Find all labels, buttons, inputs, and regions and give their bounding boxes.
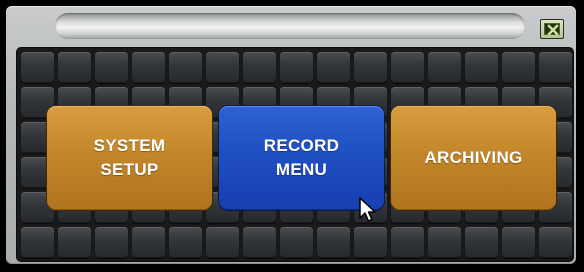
grid-tile xyxy=(21,52,54,83)
grid-tile xyxy=(21,227,54,258)
archiving-label: ARCHIVING xyxy=(424,148,523,167)
grid-tile xyxy=(206,227,239,258)
grid-tile xyxy=(391,227,424,258)
archiving-button[interactable]: ARCHIVING xyxy=(391,106,556,210)
screen-frame: SYSTEM SETUP RECORD MENU ARCHIVING xyxy=(0,0,584,272)
mouse-cursor-icon xyxy=(359,197,376,222)
grid-tile xyxy=(243,52,276,83)
close-x-glyph xyxy=(547,24,559,36)
grid-tile xyxy=(58,52,91,83)
grid-tile xyxy=(391,52,424,83)
grid-tile xyxy=(317,52,350,83)
close-button[interactable] xyxy=(540,19,564,39)
system-setup-label: SYSTEM SETUP xyxy=(93,136,166,179)
grid-tile xyxy=(465,227,498,258)
grid-tile xyxy=(539,227,572,258)
grid-tile xyxy=(95,227,128,258)
grid-tile xyxy=(317,227,350,258)
grid-tile xyxy=(428,52,461,83)
record-menu-button[interactable]: RECORD MENU xyxy=(219,106,384,210)
grid-tile xyxy=(428,227,461,258)
grid-tile xyxy=(354,227,387,258)
grid-tile xyxy=(354,52,387,83)
title-bar[interactable] xyxy=(55,13,525,39)
grid-tile xyxy=(280,52,313,83)
grid-tile xyxy=(58,227,91,258)
grid-tile xyxy=(132,227,165,258)
grid-tile xyxy=(206,52,239,83)
grid-tile xyxy=(280,227,313,258)
grid-tile xyxy=(502,227,535,258)
system-setup-button[interactable]: SYSTEM SETUP xyxy=(47,106,212,210)
grid-tile xyxy=(502,52,535,83)
grid-tile xyxy=(243,227,276,258)
grid-tile xyxy=(132,52,165,83)
grid-tile xyxy=(539,52,572,83)
grid-tile xyxy=(169,227,202,258)
record-menu-label: RECORD MENU xyxy=(263,136,340,179)
grid-tile xyxy=(95,52,128,83)
grid-tile xyxy=(169,52,202,83)
grid-tile xyxy=(465,52,498,83)
